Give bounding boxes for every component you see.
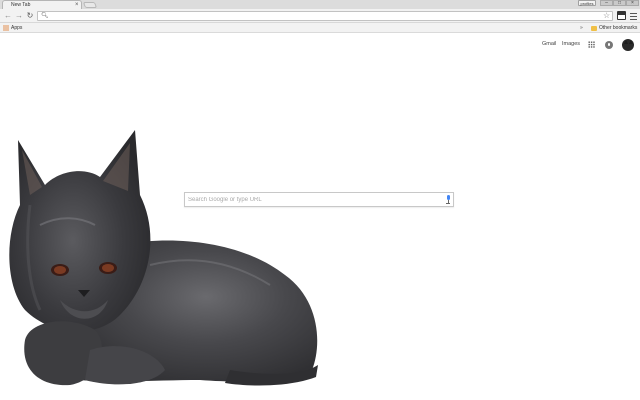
notifications-icon[interactable] bbox=[605, 41, 613, 49]
tab-title: New Tab bbox=[11, 2, 31, 8]
profile-button[interactable]: profiles bbox=[578, 0, 596, 6]
back-arrow-icon[interactable]: ← bbox=[3, 11, 13, 21]
toolbar: ← → ↻ 🔍︎ bbox=[0, 9, 640, 23]
cat-background-image bbox=[9, 130, 318, 386]
search-input[interactable] bbox=[188, 194, 438, 205]
tab-close-icon[interactable]: × bbox=[75, 1, 79, 9]
maximize-button[interactable]: □ bbox=[613, 0, 626, 6]
hamburger-menu-icon[interactable] bbox=[630, 11, 637, 20]
apps-icon[interactable] bbox=[3, 25, 9, 31]
apps-grid-icon[interactable] bbox=[588, 41, 595, 48]
extension-icon[interactable] bbox=[617, 11, 626, 20]
other-bookmarks[interactable]: Other bookmarks bbox=[599, 23, 637, 33]
forward-arrow-icon[interactable]: → bbox=[14, 11, 24, 21]
folder-icon bbox=[591, 26, 597, 31]
apps-bookmark[interactable]: Apps bbox=[11, 23, 22, 33]
address-bar[interactable]: 🔍︎ bbox=[37, 11, 613, 21]
gmail-link[interactable]: Gmail bbox=[542, 40, 556, 48]
images-link[interactable]: Images bbox=[562, 40, 580, 48]
search-box bbox=[184, 192, 454, 207]
title-bar: New Tab × profiles – □ × bbox=[0, 0, 640, 9]
avatar[interactable] bbox=[622, 39, 634, 51]
minimize-button[interactable]: – bbox=[600, 0, 613, 6]
bookmarks-bar: Apps » Other bookmarks bbox=[0, 23, 640, 33]
reload-icon[interactable]: ↻ bbox=[25, 11, 35, 21]
search-icon: 🔍︎ bbox=[41, 13, 49, 19]
new-tab-button[interactable] bbox=[82, 2, 98, 8]
star-icon[interactable]: ☆ bbox=[603, 11, 610, 21]
bookmarks-overflow-icon[interactable]: » bbox=[580, 23, 583, 33]
tab-new-tab[interactable]: New Tab × bbox=[2, 0, 82, 9]
close-window-button[interactable]: × bbox=[626, 0, 639, 6]
microphone-icon[interactable] bbox=[445, 195, 451, 205]
